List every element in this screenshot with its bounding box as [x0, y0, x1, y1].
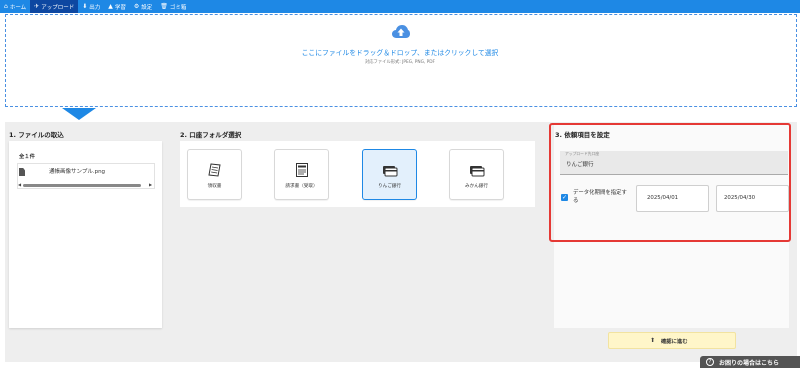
nav-item-settings[interactable]: ⚙ 設定: [130, 0, 156, 13]
graduation-cap-icon: ▲: [108, 2, 113, 10]
horizontal-scrollbar[interactable]: [23, 184, 141, 187]
cloud-upload-icon: [392, 25, 410, 38]
section-title-settings: 3. 依頼項目を設定: [555, 131, 610, 139]
nav-item-upload[interactable]: ✈ アップロード: [30, 0, 79, 13]
section-title-import: 1. ファイルの取込: [9, 131, 64, 139]
home-icon: ⌂: [4, 2, 8, 10]
upload-folder-field-value: りんご銀行: [566, 162, 594, 168]
nav-item-label: 出力: [89, 4, 101, 11]
trash-icon: 🗑: [160, 2, 168, 10]
scroll-left-arrow[interactable]: ◀: [18, 183, 21, 187]
nav-item-label: ゴミ箱: [169, 4, 187, 11]
section-title-folder: 2. 口座フォルダ選択: [180, 131, 242, 139]
upload-formats: 対応ファイル形式: JPEG, PNG, PDF: [364, 60, 436, 65]
file-count: 全１件: [19, 154, 35, 160]
nav-item-output[interactable]: ⬇ 出力: [78, 0, 104, 13]
file-name: 通帳画像サンプル.png: [49, 169, 106, 175]
folder-tile-ringo-bank[interactable]: りんご銀行: [362, 149, 417, 200]
upload-folder-field-label: アップロード先口座: [565, 151, 600, 156]
confirm-button-label: 確認に進む: [661, 339, 688, 345]
highlight-frame: [549, 123, 791, 242]
upload-icon: ⬆: [650, 337, 656, 344]
nav-item-trash[interactable]: 🗑 ゴミ箱: [156, 0, 190, 13]
nav-item-home[interactable]: ⌂ ホーム: [0, 0, 30, 13]
bank-card-icon: [470, 166, 485, 177]
folder-tile-label: りんご銀行: [378, 184, 401, 189]
nav-item-label: 設定: [141, 4, 153, 11]
folder-tile-receipt[interactable]: 領収書: [187, 149, 242, 200]
active-section-pointer: [62, 108, 96, 120]
upload-instructions: ここにファイルをドラッグ＆ドロップ、またはクリックして選択: [301, 49, 499, 57]
help-button-label: お困りの場合はこちら: [719, 360, 780, 367]
nav-item-learning[interactable]: ▲ 学習: [104, 0, 130, 13]
nav-item-label: 学習: [114, 4, 126, 11]
invoice-icon: [296, 163, 308, 177]
period-checkbox-label: データ化期間を指定する: [573, 190, 627, 204]
folder-tile-label: 請求書（受取）: [285, 184, 318, 189]
gear-icon: ⚙: [133, 2, 140, 10]
date-from-value: 2025/04/01: [647, 195, 679, 201]
folder-tile-label: みかん銀行: [465, 184, 488, 189]
receipt-icon: [208, 163, 221, 177]
nav-item-label: ホーム: [9, 4, 27, 11]
folder-tile-invoice[interactable]: 請求書（受取）: [274, 149, 329, 200]
question-icon: ?: [706, 358, 714, 366]
download-icon: ⬇: [82, 2, 88, 10]
top-nav: ⌂ ホーム ✈ アップロード ⬇ 出力 ▲ 学習 ⚙ 設定 🗑 ゴミ箱: [0, 0, 800, 13]
paper-plane-icon: ✈: [34, 2, 40, 10]
nav-item-label: アップロード: [41, 4, 75, 11]
date-to-value: 2025/04/30: [724, 195, 756, 201]
bank-card-icon: [383, 166, 398, 177]
folder-tile-mikan-bank[interactable]: みかん銀行: [449, 149, 504, 200]
period-checkbox[interactable]: ✓: [561, 194, 568, 201]
scroll-right-arrow[interactable]: ▶: [149, 183, 152, 187]
folder-tile-label: 領収書: [207, 184, 222, 189]
